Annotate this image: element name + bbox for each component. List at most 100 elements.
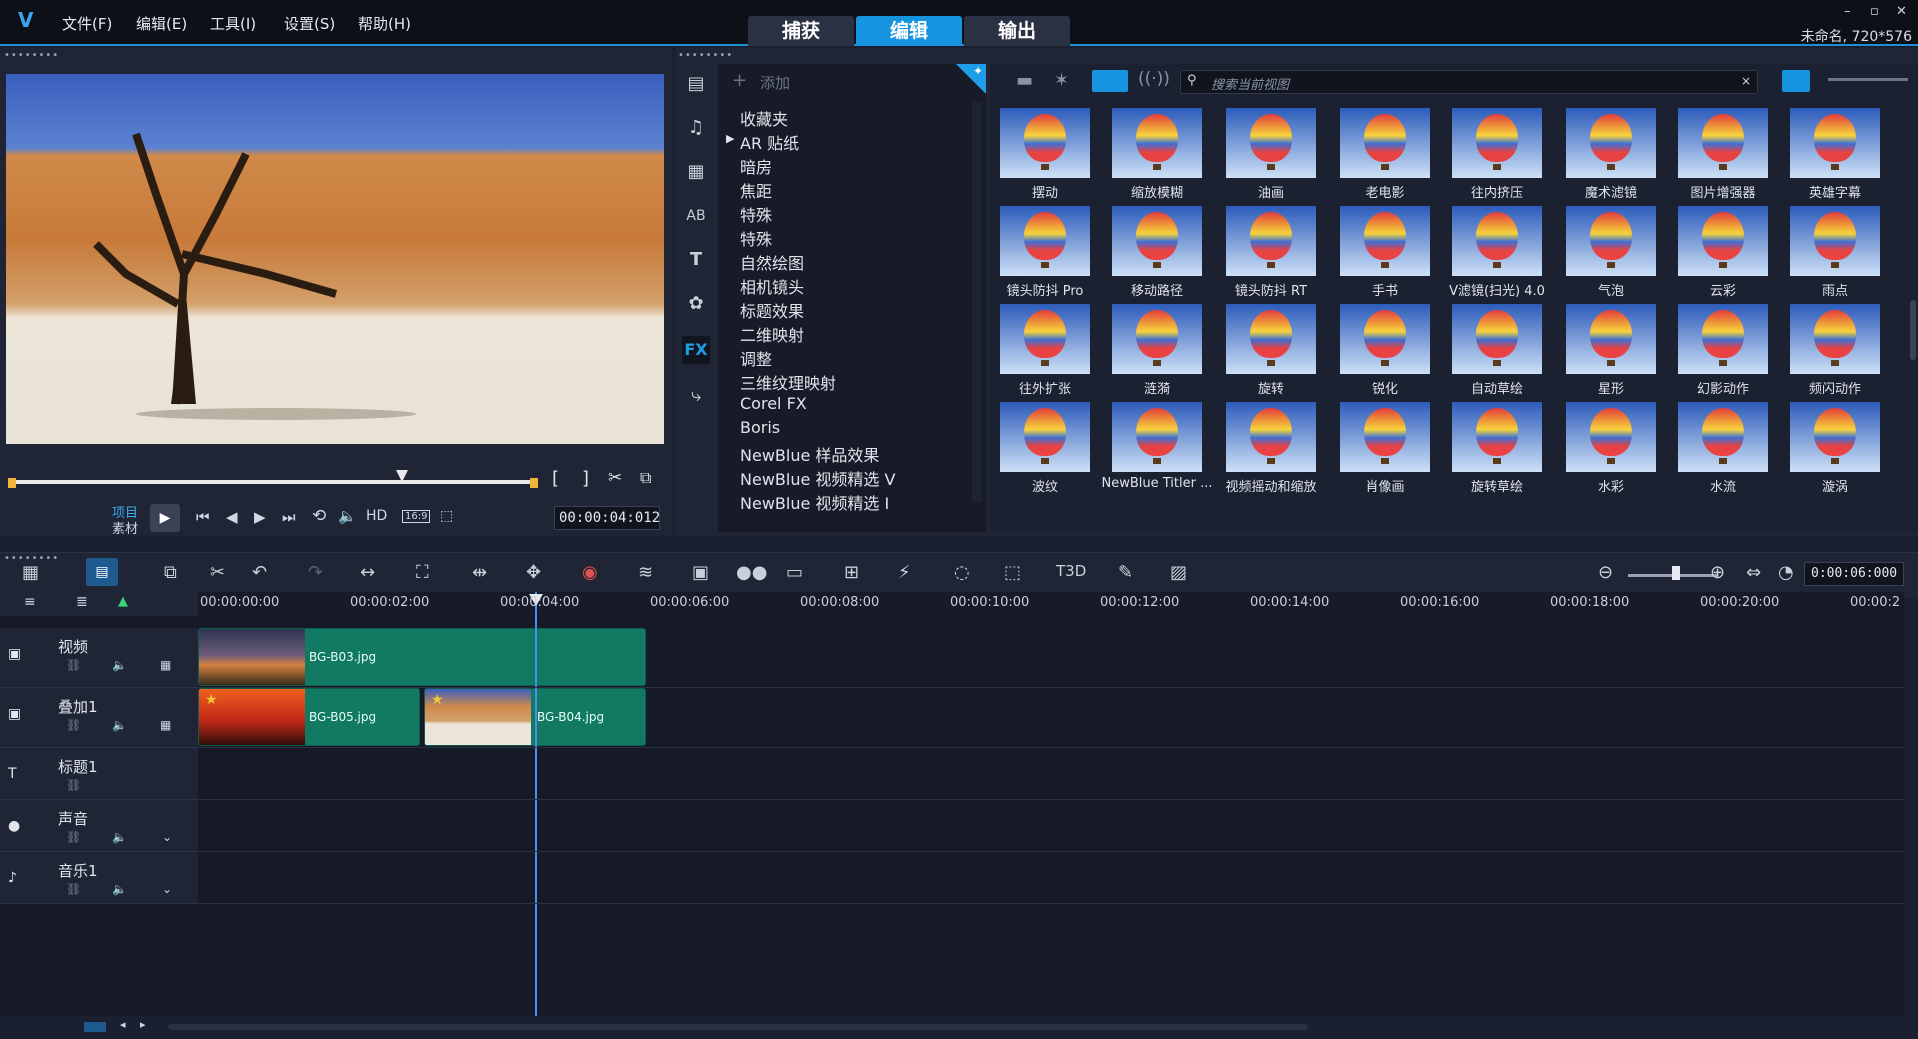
- split-screen-icon[interactable]: ⇹: [472, 562, 487, 583]
- effect-thumbnail[interactable]: [1340, 206, 1430, 276]
- transition-icon[interactable]: ▦: [682, 158, 710, 186]
- scrub-track[interactable]: [12, 480, 534, 484]
- trim-start-marker[interactable]: [8, 478, 16, 488]
- effect-thumbnail[interactable]: [1000, 402, 1090, 472]
- effect-thumbnail[interactable]: [1566, 108, 1656, 178]
- track-manager-icon[interactable]: ≡: [24, 594, 36, 610]
- redo-icon[interactable]: ↷: [308, 562, 323, 583]
- category-scrollbar[interactable]: [972, 102, 982, 502]
- effect-thumbnail[interactable]: [1112, 108, 1202, 178]
- pan-zoom-icon[interactable]: ✥: [526, 562, 541, 583]
- effect-thumbnail[interactable]: [1566, 402, 1656, 472]
- effect-thumbnail[interactable]: [1112, 206, 1202, 276]
- menu-settings[interactable]: 设置(S): [284, 13, 335, 34]
- painting-icon[interactable]: ✎: [1118, 562, 1133, 583]
- volume-icon[interactable]: 🔈: [112, 830, 127, 844]
- category-item[interactable]: NewBlue 视频精选 I: [740, 490, 889, 514]
- path-icon[interactable]: ⤷: [682, 382, 710, 410]
- link-icon[interactable]: ⛓: [66, 718, 81, 732]
- zoom-out-icon[interactable]: ⊖: [1598, 562, 1613, 583]
- effect-thumbnail[interactable]: [1452, 402, 1542, 472]
- favorite-icon[interactable]: ✶: [1054, 70, 1069, 91]
- mark-in-button[interactable]: [: [552, 468, 559, 489]
- zoom-handle[interactable]: [1672, 566, 1680, 580]
- category-item[interactable]: Corel FX: [740, 394, 807, 413]
- effect-thumbnail[interactable]: [1678, 402, 1768, 472]
- mask-icon[interactable]: ⬚: [1004, 562, 1021, 583]
- add-category-button[interactable]: 添加: [760, 72, 790, 93]
- voice-track-icon[interactable]: ●: [8, 818, 20, 834]
- overlay-track-icon[interactable]: ▣: [8, 706, 21, 722]
- grid-icon[interactable]: ▦: [160, 718, 171, 732]
- grid-icon[interactable]: ⊞: [844, 562, 859, 583]
- display-size-icon[interactable]: ⬚: [440, 508, 453, 524]
- search-input[interactable]: 搜索当前视图: [1211, 74, 1289, 93]
- effect-thumbnail[interactable]: [1000, 304, 1090, 374]
- track-row[interactable]: [198, 628, 1904, 688]
- title-icon[interactable]: T: [682, 246, 710, 274]
- link-icon[interactable]: ⛓: [66, 658, 81, 672]
- link-icon[interactable]: ⛓: [66, 830, 81, 844]
- filter-fx-icon[interactable]: FX: [682, 336, 710, 364]
- effect-thumbnail[interactable]: [1226, 304, 1316, 374]
- category-item[interactable]: 相机镜头: [740, 274, 804, 298]
- menu-file[interactable]: 文件(F): [62, 13, 112, 34]
- mark-out-button[interactable]: ]: [582, 468, 589, 489]
- category-item[interactable]: 特殊: [740, 226, 772, 250]
- timeline-ruler[interactable]: [198, 592, 1904, 616]
- effect-thumbnail[interactable]: [1790, 304, 1880, 374]
- category-item[interactable]: 调整: [740, 346, 772, 370]
- hd-toggle[interactable]: HD: [366, 508, 387, 524]
- effect-thumbnail[interactable]: [1566, 206, 1656, 276]
- add-icon[interactable]: +: [732, 70, 747, 91]
- effect-thumbnail[interactable]: [1678, 108, 1768, 178]
- effect-thumbnail[interactable]: [1340, 304, 1430, 374]
- chevron-down-icon[interactable]: ⌄: [162, 882, 172, 896]
- play-button[interactable]: ▶: [150, 504, 180, 532]
- menu-help[interactable]: 帮助(H): [358, 13, 411, 34]
- track-row[interactable]: [198, 852, 1904, 904]
- effect-thumbnail[interactable]: [1790, 402, 1880, 472]
- category-item[interactable]: 特殊: [740, 202, 772, 226]
- effect-thumbnail[interactable]: [1226, 402, 1316, 472]
- swap-tracks-icon[interactable]: ⧉: [164, 562, 177, 583]
- track-row[interactable]: [198, 688, 1904, 748]
- volume-icon[interactable]: 🔈: [112, 658, 127, 672]
- audio-filter-icon[interactable]: ((·)): [1138, 69, 1170, 89]
- effect-thumbnail[interactable]: [1452, 108, 1542, 178]
- title-template-icon[interactable]: AB: [682, 202, 710, 230]
- effect-thumbnail[interactable]: [1452, 304, 1542, 374]
- search-box[interactable]: ⚲ 搜索当前视图 ×: [1180, 70, 1758, 94]
- scroll-left-icon[interactable]: ◂: [120, 1018, 126, 1031]
- panel-grip[interactable]: ••••••••: [678, 50, 733, 61]
- effect-thumbnail[interactable]: [1112, 402, 1202, 472]
- video-track-icon[interactable]: ▣: [8, 646, 21, 662]
- volume-icon[interactable]: 🔈: [112, 718, 127, 732]
- effect-thumbnail[interactable]: [1678, 304, 1768, 374]
- audio-wave-icon[interactable]: ≋: [638, 562, 653, 583]
- clear-search-icon[interactable]: ×: [1741, 74, 1751, 88]
- category-item[interactable]: 焦距: [740, 178, 772, 202]
- render-icon[interactable]: ▨: [1170, 562, 1187, 583]
- trim-bar[interactable]: [8, 470, 538, 492]
- split-clip-icon[interactable]: ✂: [608, 468, 622, 488]
- 3d-title-icon[interactable]: T3D: [1056, 562, 1086, 580]
- menu-tools[interactable]: 工具(I): [210, 13, 256, 34]
- effect-thumbnail[interactable]: [1000, 206, 1090, 276]
- chapter-marker-icon[interactable]: ▲: [118, 594, 128, 609]
- effect-thumbnail[interactable]: [1678, 206, 1768, 276]
- timeline-view-icon[interactable]: ▤: [86, 558, 118, 586]
- close-icon[interactable]: ✕: [1896, 4, 1907, 19]
- effect-thumbnail[interactable]: [1340, 108, 1430, 178]
- timecode-field[interactable]: 00:00:04:012: [554, 506, 660, 530]
- category-item[interactable]: NewBlue 视频精选 V: [740, 466, 895, 490]
- maximize-icon[interactable]: ▫: [1870, 4, 1879, 19]
- end-icon[interactable]: ⏭: [282, 508, 296, 526]
- effect-thumbnail[interactable]: [1340, 402, 1430, 472]
- clock-icon[interactable]: ◔: [1778, 562, 1794, 583]
- folder-icon[interactable]: ▬: [1016, 70, 1033, 91]
- track-row[interactable]: [198, 748, 1904, 800]
- trim-end-marker[interactable]: [530, 478, 538, 488]
- title-track-icon[interactable]: T: [8, 766, 17, 782]
- loop-icon[interactable]: ◌: [954, 562, 970, 583]
